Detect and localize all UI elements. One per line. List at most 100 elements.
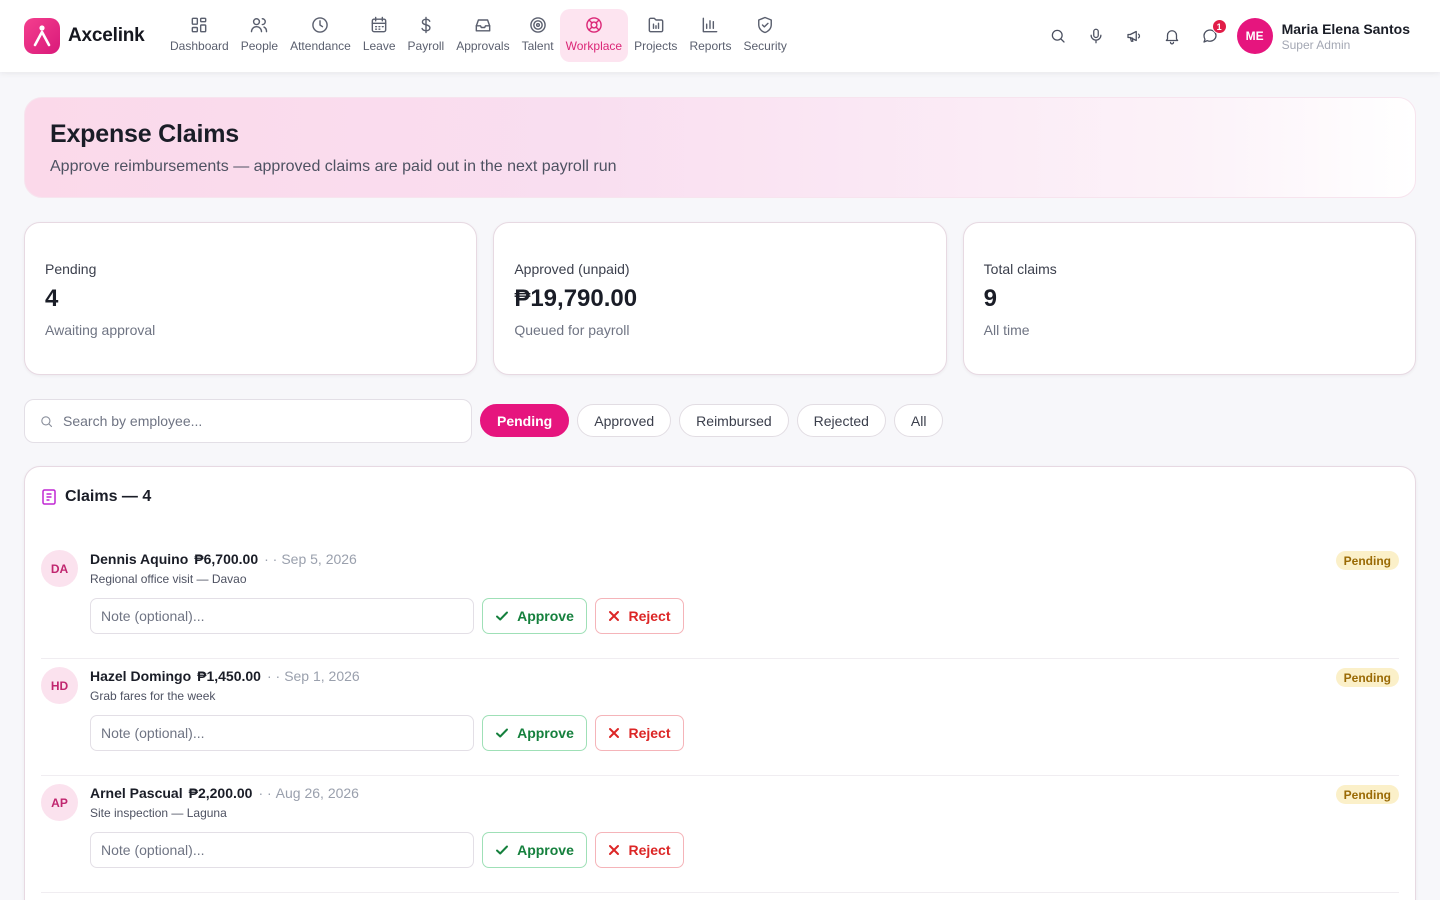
grid-icon [191,17,207,33]
approve-button[interactable]: Approve [482,832,587,868]
close-icon [609,845,620,855]
bell-icon [1165,30,1178,45]
filter-chip-pending[interactable]: Pending [480,404,570,437]
stat-note: Awaiting approval [45,322,156,338]
close-icon [609,611,620,621]
megaphone-icon [1126,30,1140,42]
approve-label: Approve [517,725,574,741]
claims-panel-title: Claims — 4 [65,488,152,505]
nav-item-reports[interactable]: Reports [683,9,737,62]
stat-label: Total claims [983,261,1057,277]
nav-label: Security [743,39,787,53]
brand-name: Axcelink [68,25,145,46]
messages-badge: 1 [1211,19,1227,34]
note-input[interactable] [90,598,474,634]
status-filter-chips: Pending Approved Reimbursed Rejected All [480,404,944,437]
shield-icon [758,16,773,34]
page-header: Expense Claims Approve reimbursements — … [24,97,1416,198]
claims-panel: Claims — 4 DA Dennis Aquino ₱6,700.00 · … [24,466,1416,900]
nav-label: Attendance [290,39,351,53]
user-role: Super Admin [1281,37,1351,52]
search-input[interactable] [63,413,443,429]
separator: · · [266,668,281,684]
claim-description: Regional office visit — Davao [90,572,247,586]
employee-name: Arnel Pascual [90,785,183,801]
stat-note: All time [983,322,1030,338]
reject-label: Reject [628,842,671,858]
avatar: HD [41,667,78,704]
nav-item-security[interactable]: Security [737,9,792,62]
approve-button[interactable]: Approve [482,598,587,634]
page-title: Expense Claims [50,120,239,148]
claim-summary: Dennis Aquino ₱6,700.00 · · Sep 5, 2026 [90,551,357,567]
brand[interactable]: Axcelink [24,18,145,54]
nav-item-talent[interactable]: Talent [516,9,560,62]
avatar: DA [41,550,78,587]
reject-button[interactable]: Reject [595,598,684,634]
claim-row: HD Hazel Domingo ₱1,450.00 · · Sep 1, 20… [41,659,1399,776]
note-input[interactable] [90,832,474,868]
messages-button[interactable]: 1 [1191,16,1229,56]
approve-label: Approve [517,608,574,624]
nav-item-approvals[interactable]: Approvals [450,9,515,62]
nav-item-payroll[interactable]: Payroll [402,9,451,62]
user-menu[interactable]: Maria Elena Santos Super Admin [1282,21,1410,52]
receipt-icon [42,489,56,505]
claim-amount: ₱2,200.00 [188,785,253,801]
close-icon [609,728,620,738]
nav-item-attendance[interactable]: Attendance [284,9,357,62]
inbox-icon [475,19,491,32]
claim-date: Aug 26, 2026 [275,785,359,801]
notifications-button[interactable] [1153,16,1191,56]
nav-label: Talent [521,39,554,53]
claims-panel-header: Claims — 4 [42,488,151,506]
reject-button[interactable]: Reject [595,832,684,868]
nav-item-projects[interactable]: Projects [628,9,683,62]
reject-label: Reject [628,608,671,624]
microphone-icon [1090,28,1102,44]
top-navigation-bar: Axcelink Dashboard People Attendance Lea… [0,0,1440,72]
filter-chip-all[interactable]: All [893,404,944,437]
approve-button[interactable]: Approve [482,715,587,751]
employee-name: Hazel Domingo [90,668,192,684]
nav-item-people[interactable]: People [235,9,284,62]
claim-summary: Hazel Domingo ₱1,450.00 · · Sep 1, 2026 [90,668,360,684]
filter-chip-approved[interactable]: Approved [577,404,672,437]
stat-card-total-claims: Total claims 9 All time [962,222,1416,375]
avatar: AP [41,784,78,821]
claim-amount: ₱1,450.00 [197,668,261,684]
check-icon [496,728,509,738]
claim-description: Grab fares for the week [90,689,216,703]
claim-row: DA Dennis Aquino ₱6,700.00 · · Sep 5, 20… [41,542,1399,659]
status-badge: Pending [1335,551,1399,570]
nav-label: Approvals [456,39,510,53]
page-subtitle: Approve reimbursements — approved claims… [50,158,617,175]
voice-button[interactable] [1077,16,1115,56]
nav-item-dashboard[interactable]: Dashboard [164,9,235,62]
search-button[interactable] [1039,16,1077,56]
check-icon [496,611,509,621]
nav-label: Projects [634,39,678,53]
clock-icon [312,17,329,33]
target-icon [529,17,546,33]
filter-chip-rejected[interactable]: Rejected [796,404,886,437]
status-badge: Pending [1335,785,1399,804]
stat-label: Approved (unpaid) [514,261,630,277]
note-input[interactable] [90,715,474,751]
claim-summary: Arnel Pascual ₱2,200.00 · · Aug 26, 2026 [90,785,359,801]
approve-label: Approve [517,842,574,858]
claim-description: Site inspection — Laguna [90,806,227,820]
main-nav: Dashboard People Attendance Leave Payrol… [164,9,793,62]
reject-button[interactable]: Reject [595,715,684,751]
search-icon [41,415,53,427]
nav-item-leave[interactable]: Leave [357,9,402,62]
avatar[interactable]: ME [1236,18,1273,54]
filter-chip-reimbursed[interactable]: Reimbursed [679,404,789,437]
employee-name: Dennis Aquino [90,551,189,567]
calendar-icon [371,16,387,33]
stat-card-pending: Pending 4 Awaiting approval [24,222,478,375]
announcements-button[interactable] [1115,16,1153,56]
nav-item-workplace[interactable]: Workplace [559,9,629,62]
nav-label: Leave [362,39,396,53]
separator: · · [264,551,278,567]
